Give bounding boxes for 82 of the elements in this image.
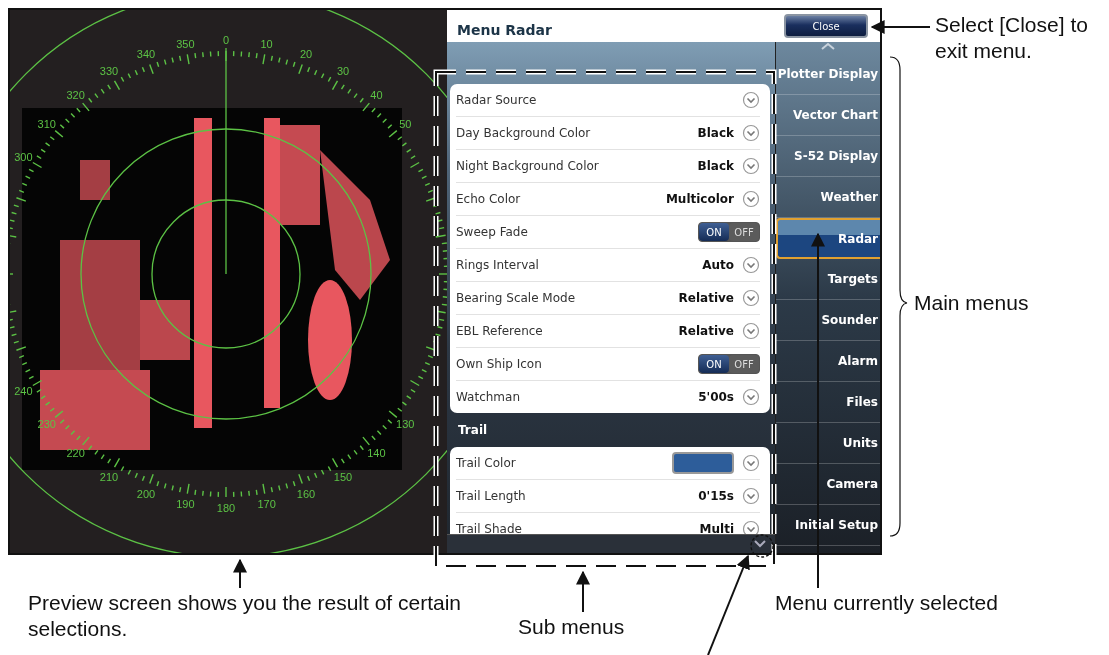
dropdown-chevron-icon[interactable] [742, 388, 760, 406]
setting-value: Black [697, 159, 734, 173]
dropdown-chevron-icon[interactable] [742, 157, 760, 175]
close-note-label: Select [Close] to exit menu. [935, 12, 1089, 65]
bearing-label: 350 [176, 37, 195, 50]
bearing-label: 130 [396, 418, 415, 431]
dropdown-chevron-icon[interactable] [742, 289, 760, 307]
scroll-up-icon[interactable] [820, 42, 836, 50]
bearing-label: 0 [222, 34, 230, 46]
main-menu-item[interactable]: Alarm [776, 341, 880, 382]
bearing-label: 40 [370, 88, 383, 101]
setting-label: Night Background Color [456, 159, 600, 173]
dropdown-chevron-icon[interactable] [742, 520, 760, 534]
setting-label: Rings Interval [456, 258, 540, 272]
bearing-label: 50 [399, 117, 412, 130]
bearing-label: 300 [14, 151, 33, 163]
bearing-label: 190 [176, 498, 195, 511]
setting-value: 5'00s [698, 390, 734, 404]
setting-value: Black [697, 126, 734, 140]
bearing-label: 150 [333, 470, 353, 483]
dropdown-chevron-icon[interactable] [742, 124, 760, 142]
bearing-label: 10 [260, 37, 273, 50]
main-menu-item[interactable]: Files [776, 382, 880, 423]
setting-label: Echo Color [456, 192, 522, 206]
bearing-label: 30 [336, 65, 350, 78]
main-menu-item[interactable]: Units [776, 423, 880, 464]
main-menu-item[interactable]: Targets [776, 259, 880, 300]
dropdown-chevron-icon[interactable] [742, 190, 760, 208]
setting-label: Watchman [456, 390, 521, 404]
bearing-label: 330 [99, 65, 119, 78]
dropdown-chevron-icon[interactable] [742, 256, 760, 274]
section-heading: Trail [458, 423, 488, 437]
setting-label: EBL Reference [456, 324, 544, 338]
setting-label: Trail Length [456, 489, 527, 503]
pointer-arrow [233, 558, 247, 589]
main-menu-item[interactable]: Vector Chart [776, 95, 880, 136]
bearing-label: 140 [367, 447, 386, 460]
main-menu-item[interactable]: Radar [776, 218, 880, 259]
setting-value: Relative [678, 291, 734, 305]
setting-label: Trail Shade [456, 522, 523, 534]
main-menu-item[interactable]: Sounder [776, 300, 880, 341]
dropdown-chevron-icon[interactable] [742, 487, 760, 505]
bearing-label: 220 [66, 447, 85, 460]
bearing-label: 320 [66, 88, 85, 101]
bearing-label: 170 [257, 498, 276, 511]
bearing-label: 20 [299, 48, 313, 61]
on-off-toggle[interactable]: ON OFF [698, 354, 760, 374]
scroll-down-icon[interactable] [753, 539, 767, 549]
color-swatch[interactable] [672, 452, 734, 474]
main-menu-item[interactable]: Camera [776, 464, 880, 505]
bearing-label: 310 [37, 117, 56, 130]
setting-value: Multi [699, 522, 734, 534]
bearing-label: 180 [216, 502, 236, 514]
current-menu-label: Menu currently selected [775, 590, 998, 616]
bearing-label: 210 [99, 470, 119, 483]
bearing-label: 160 [296, 487, 316, 500]
bearing-label: 340 [136, 48, 156, 61]
setting-value: Multicolor [665, 192, 734, 206]
setting-label: Bearing Scale Mode [456, 291, 577, 305]
pointer-arrow [576, 570, 590, 613]
close-button[interactable]: Close [784, 14, 868, 38]
setting-label: Radar Source [456, 93, 538, 107]
main-menu-item[interactable]: S-52 Display [776, 136, 880, 177]
setting-label: Day Background Color [456, 126, 592, 140]
on-off-toggle[interactable]: ON OFF [698, 222, 760, 242]
preview-note-label: Preview screen shows you the result of certain selections. [28, 590, 463, 643]
setting-value: Auto [702, 258, 734, 272]
setting-label: Sweep Fade [456, 225, 529, 239]
sub-menus-label: Sub menus [518, 614, 625, 640]
menu-title: Menu Radar [457, 22, 552, 38]
setting-label: Own Ship Icon [456, 357, 543, 371]
dropdown-chevron-icon[interactable] [742, 91, 760, 109]
main-menu-item[interactable]: Initial Setup [776, 505, 880, 546]
bearing-label: 240 [14, 385, 33, 397]
main-menu-item[interactable]: Plotter Display [776, 54, 880, 95]
bearing-label: 200 [136, 487, 156, 500]
setting-label: Trail Color [456, 456, 517, 470]
setting-value: 0'15s [698, 489, 734, 503]
main-menus-label: Main menus [914, 290, 1029, 316]
dropdown-chevron-icon[interactable] [742, 454, 760, 472]
dropdown-chevron-icon[interactable] [742, 322, 760, 340]
setting-value: Relative [678, 324, 734, 338]
